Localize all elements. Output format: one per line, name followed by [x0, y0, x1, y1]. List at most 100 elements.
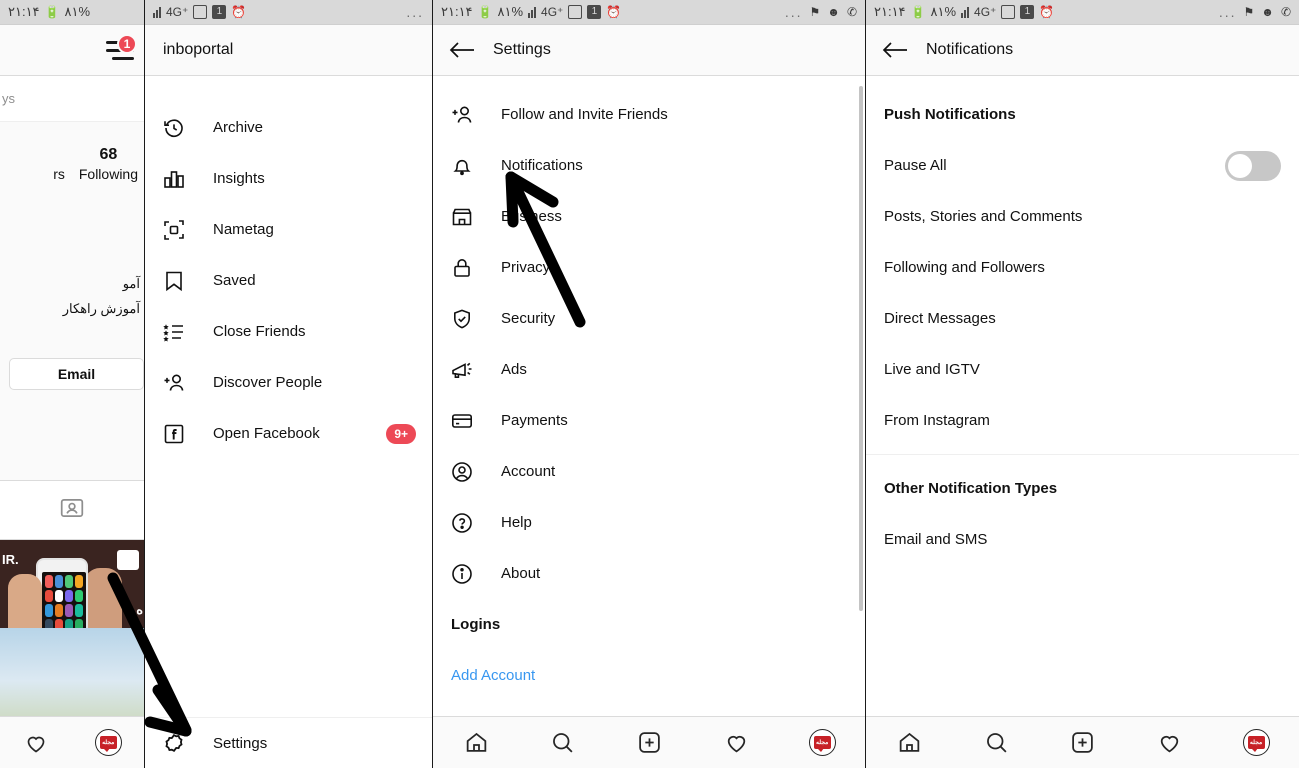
profile-bio: آمو آموزش راهکار — [0, 272, 144, 358]
hamburger-menu-icon[interactable]: 1 — [104, 34, 137, 61]
stat-followers[interactable]: rs — [53, 146, 65, 272]
menu-item-archive[interactable]: Archive — [145, 102, 432, 153]
search-icon[interactable] — [549, 729, 577, 757]
battery-icon: 🔋 — [477, 5, 493, 19]
overflow-dots-icon: ... — [1218, 4, 1237, 20]
back-arrow-icon[interactable] — [449, 40, 475, 60]
bio-line-1: آمو — [122, 276, 140, 291]
add-person-icon — [449, 102, 475, 128]
data-usage-icon — [193, 5, 208, 19]
settings-item-ads[interactable]: Ads — [433, 344, 865, 395]
settings-link-add-account[interactable]: Add Account — [433, 650, 865, 701]
profile-tabs — [0, 480, 144, 540]
sim-1-icon: 1 — [212, 5, 227, 19]
search-icon[interactable] — [982, 729, 1010, 757]
tagged-photos-icon[interactable] — [59, 495, 85, 526]
shield-check-icon — [449, 306, 475, 332]
settings-item-help[interactable]: Help — [433, 497, 865, 548]
overflow-dots-icon: ... — [406, 4, 424, 20]
photo-text-domain: .IR — [2, 552, 19, 567]
notification-row-live-igtv[interactable]: Live and IGTV — [866, 344, 1299, 395]
battery-icon: 🔋 — [44, 5, 60, 19]
stat-following-count: 68 — [99, 146, 118, 163]
story-label: ys — [2, 91, 15, 106]
account-menu-list: Archive Insights Nametag Saved Close Fri… — [145, 76, 432, 717]
whatsapp-icon: ✆ — [846, 5, 857, 19]
facebook-icon — [161, 421, 187, 447]
back-arrow-icon[interactable] — [882, 40, 908, 60]
pause-all-toggle[interactable] — [1225, 150, 1281, 181]
menu-item-close-friends[interactable]: Close Friends — [145, 306, 432, 357]
battery-percent: ۸۱% — [64, 4, 91, 19]
email-button[interactable]: Email — [9, 358, 144, 390]
notification-row-email-sms[interactable]: Email and SMS — [866, 514, 1299, 565]
stat-following[interactable]: 68 Following — [79, 146, 138, 272]
list-item[interactable]: .IR ه در گرام — [0, 540, 144, 628]
menu-badge: 1 — [117, 34, 137, 54]
settings-item-label: Payments — [501, 412, 568, 429]
settings-item-security[interactable]: Security — [433, 293, 865, 344]
insights-bar-chart-icon — [161, 166, 187, 192]
alarm-clock-icon: ⏰ — [231, 5, 247, 19]
settings-link-add-business-account[interactable]: Add a Business Account — [433, 701, 865, 716]
menu-item-label: Settings — [213, 734, 268, 752]
add-post-icon[interactable] — [1069, 729, 1097, 757]
settings-item-privacy[interactable]: Privacy — [433, 242, 865, 293]
profile-avatar-icon[interactable]: مجله — [94, 729, 122, 756]
settings-item-about[interactable]: About — [433, 548, 865, 599]
menu-item-discover-people[interactable]: Discover People — [145, 357, 432, 408]
home-icon[interactable] — [462, 729, 490, 757]
list-item[interactable] — [0, 628, 144, 716]
4g-plus-icon: 4G⁺ — [166, 5, 189, 19]
nametag-scan-icon — [161, 217, 187, 243]
profile-avatar-icon[interactable]: مجله — [1242, 729, 1270, 756]
battery-percent: ۸۱% — [930, 4, 957, 19]
heart-icon[interactable] — [22, 729, 50, 757]
settings-item-label: Privacy — [501, 259, 551, 276]
page-title: Settings — [493, 41, 551, 58]
notification-label: Posts, Stories and Comments — [884, 208, 1083, 225]
notification-row-pause-all[interactable]: Pause All — [866, 140, 1299, 191]
menu-item-label: Nametag — [213, 221, 274, 238]
menu-item-settings[interactable]: Settings — [145, 717, 432, 768]
profile-spacer — [0, 390, 144, 480]
notification-row-direct-messages[interactable]: Direct Messages — [866, 293, 1299, 344]
heart-icon[interactable] — [1156, 729, 1184, 757]
add-post-icon[interactable] — [635, 729, 663, 757]
notification-row-following-followers[interactable]: Following and Followers — [866, 242, 1299, 293]
info-circle-icon — [449, 561, 475, 587]
profile-avatar-icon[interactable]: مجله — [808, 729, 836, 756]
stat-following-label: Following — [78, 166, 138, 182]
menu-item-saved[interactable]: Saved — [145, 255, 432, 306]
profile-appbar: 1 — [0, 25, 144, 76]
notification-row-posts-stories-comments[interactable]: Posts, Stories and Comments — [866, 191, 1299, 242]
discover-people-icon — [161, 370, 187, 396]
section-push-notifications: Push Notifications — [884, 106, 1016, 123]
menu-item-nametag[interactable]: Nametag — [145, 204, 432, 255]
pane-settings: ۲۱:۱۴ 🔋 ۸۱% 4G⁺ 1 ⏰ ... ⚑ ☻ ✆ Settings F… — [433, 0, 866, 768]
settings-item-payments[interactable]: Payments — [433, 395, 865, 446]
notification-label: Direct Messages — [884, 310, 996, 327]
data-usage-icon — [1001, 5, 1016, 19]
heart-icon[interactable] — [722, 729, 750, 757]
menu-item-label: Archive — [213, 119, 264, 136]
account-menu-appbar: inboportal — [145, 25, 432, 76]
menu-item-open-facebook[interactable]: Open Facebook 9+ — [145, 408, 432, 459]
lock-icon — [449, 255, 475, 281]
settings-item-notifications[interactable]: Notifications — [433, 140, 865, 191]
sim-1-icon: 1 — [587, 5, 602, 19]
settings-item-follow-invite-friends[interactable]: Follow and Invite Friends — [433, 89, 865, 140]
menu-item-insights[interactable]: Insights — [145, 153, 432, 204]
status-bar-right: ... — [406, 4, 424, 20]
settings-item-account[interactable]: Account — [433, 446, 865, 497]
menu-item-label: Open Facebook — [213, 425, 320, 442]
notification-row-from-instagram[interactable]: From Instagram — [866, 395, 1299, 446]
flag-icon: ⚑ — [809, 5, 821, 19]
home-icon[interactable] — [895, 729, 923, 757]
signal-bars-icon — [961, 6, 970, 18]
settings-item-business[interactable]: Business — [433, 191, 865, 242]
status-bar-4: ۲۱:۱۴ 🔋 ۸۱% 4G⁺ 1 ⏰ ... ⚑ ☻ ✆ — [866, 0, 1299, 25]
page-title: inboportal — [163, 41, 234, 58]
bookmark-icon — [161, 268, 187, 294]
settings-item-label: Notifications — [501, 157, 583, 174]
